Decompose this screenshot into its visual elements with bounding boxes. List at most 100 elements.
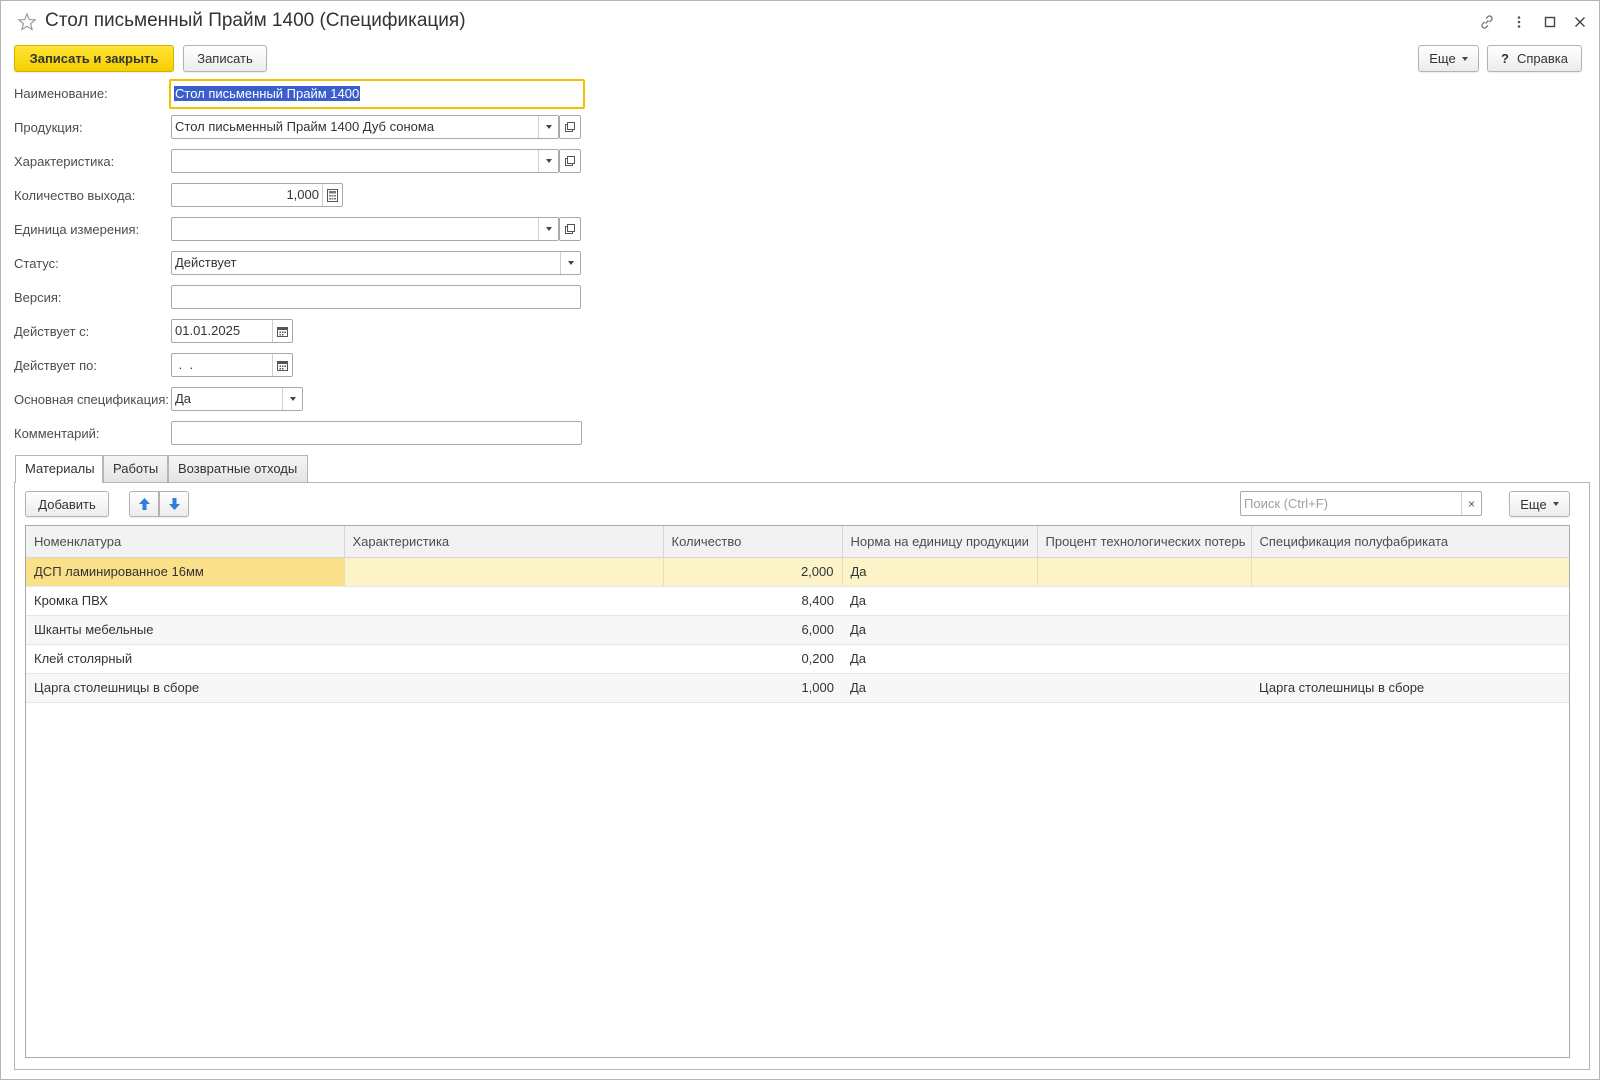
move-up-button[interactable] (129, 491, 159, 517)
table-more-button[interactable]: Еще (1509, 491, 1570, 517)
status-dropdown-button[interactable] (560, 252, 580, 274)
valid-to-field[interactable]: . . (171, 353, 293, 377)
table-cell[interactable]: 8,400 (663, 586, 842, 616)
calendar-icon (277, 360, 288, 371)
chevron-down-icon (545, 125, 552, 129)
table-cell[interactable] (344, 615, 663, 645)
save-and-close-button[interactable]: Записать и закрыть (14, 45, 174, 72)
product-field[interactable]: Стол письменный Прайм 1400 Дуб сонома (171, 115, 559, 139)
table-cell[interactable]: Шканты мебельные (26, 615, 344, 645)
main-spec-label: Основная спецификация: (14, 392, 169, 407)
chevron-down-icon (545, 159, 552, 163)
column-header[interactable]: Процент технологических потерь (1037, 526, 1252, 558)
link-icon[interactable] (1477, 12, 1497, 32)
output-qty-label: Количество выхода: (14, 188, 136, 203)
more-vertical-icon[interactable] (1509, 12, 1529, 32)
product-dropdown-button[interactable] (538, 116, 558, 138)
table-row[interactable]: Кромка ПВХ 8,400 Да (26, 586, 1569, 616)
add-button[interactable]: Добавить (25, 491, 109, 517)
table-cell[interactable] (344, 673, 663, 703)
table-cell[interactable]: Да (842, 673, 1037, 703)
table-cell[interactable]: ДСП ламинированное 16мм (26, 557, 345, 587)
main-spec-field[interactable]: Да (171, 387, 303, 411)
table-cell[interactable]: 1,000 (663, 673, 842, 703)
table-cell[interactable]: Да (842, 644, 1037, 674)
table-cell[interactable] (1037, 615, 1251, 645)
tab-materials[interactable]: Материалы (15, 455, 103, 483)
valid-from-value: 01.01.2025 (175, 323, 241, 338)
product-label: Продукция: (14, 120, 83, 135)
table-cell[interactable]: Да (842, 557, 1038, 587)
help-button-label: Справка (1516, 51, 1568, 66)
unit-dropdown-button[interactable] (538, 218, 558, 240)
calculator-button[interactable] (322, 184, 342, 206)
more-button-label: Еще (1429, 51, 1456, 66)
characteristic-field[interactable] (171, 149, 559, 173)
table-cell[interactable] (1251, 615, 1569, 645)
table-row[interactable]: ДСП ламинированное 16мм 2,000 Да (26, 557, 1569, 587)
table-row[interactable]: Шканты мебельные 6,000 Да (26, 615, 1569, 645)
calculator-icon (327, 188, 338, 202)
table-cell[interactable] (1037, 586, 1251, 616)
move-down-button[interactable] (159, 491, 189, 517)
tab-return-waste[interactable]: Возвратные отходы (168, 455, 308, 482)
column-header[interactable]: Характеристика (344, 526, 664, 558)
comment-field[interactable] (171, 421, 582, 445)
valid-from-field[interactable]: 01.01.2025 (171, 319, 293, 343)
star-icon[interactable] (17, 12, 37, 32)
table-cell[interactable] (1037, 557, 1252, 587)
table-cell[interactable] (1037, 673, 1251, 703)
table-row[interactable]: Царга столешницы в сборе 1,000 Да Царга … (26, 673, 1569, 703)
output-qty-field[interactable]: 1,000 (171, 183, 343, 207)
table-cell[interactable]: 6,000 (663, 615, 842, 645)
table-header: Номенклатура Характеристика Количество Н… (26, 526, 1569, 558)
valid-to-calendar-button[interactable] (272, 354, 292, 376)
table-cell[interactable]: 0,200 (663, 644, 842, 674)
more-button[interactable]: Еще (1418, 45, 1479, 72)
characteristic-open-button[interactable] (559, 149, 581, 173)
column-header[interactable]: Номенклатура (26, 526, 345, 558)
close-icon[interactable] (1570, 12, 1590, 32)
main-spec-dropdown-button[interactable] (282, 388, 302, 410)
status-field[interactable]: Действует (171, 251, 581, 275)
product-open-button[interactable] (559, 115, 581, 139)
unit-field[interactable] (171, 217, 559, 241)
search-placeholder: Поиск (Ctrl+F) (1244, 496, 1329, 511)
table-cell[interactable]: Да (842, 615, 1037, 645)
characteristic-dropdown-button[interactable] (538, 150, 558, 172)
valid-from-calendar-button[interactable] (272, 320, 292, 342)
table-cell[interactable] (344, 586, 663, 616)
table-cell[interactable] (1251, 644, 1569, 674)
open-icon (565, 122, 575, 132)
version-value (172, 286, 580, 308)
search-field[interactable]: Поиск (Ctrl+F) × (1240, 491, 1482, 516)
chevron-down-icon (567, 261, 574, 265)
table-cell[interactable]: Да (842, 586, 1037, 616)
table-cell[interactable]: 2,000 (663, 557, 843, 587)
table-cell[interactable] (1251, 586, 1569, 616)
table-cell[interactable] (1251, 557, 1569, 587)
table-cell[interactable] (1037, 644, 1251, 674)
column-header[interactable]: Количество (663, 526, 843, 558)
clear-search-button[interactable]: × (1461, 492, 1481, 515)
arrow-up-icon (138, 498, 150, 510)
materials-table[interactable]: Номенклатура Характеристика Количество Н… (25, 525, 1570, 1058)
table-cell[interactable]: Кромка ПВХ (26, 586, 344, 616)
save-button[interactable]: Записать (183, 45, 267, 72)
table-row[interactable]: Клей столярный 0,200 Да (26, 644, 1569, 674)
chevron-down-icon (545, 227, 552, 231)
version-field[interactable] (171, 285, 581, 309)
tab-works[interactable]: Работы (103, 455, 168, 482)
maximize-icon[interactable] (1540, 12, 1560, 32)
table-cell[interactable]: Царга столешницы в сборе (1251, 673, 1569, 703)
column-header[interactable]: Норма на единицу продукции (842, 526, 1038, 558)
column-header[interactable]: Спецификация полуфабриката (1251, 526, 1569, 558)
name-field[interactable]: Стол письменный Прайм 1400 (169, 79, 585, 109)
unit-open-button[interactable] (559, 217, 581, 241)
table-cell[interactable] (344, 644, 663, 674)
table-cell[interactable]: Царга столешницы в сборе (26, 673, 344, 703)
table-cell[interactable]: Клей столярный (26, 644, 344, 674)
help-button[interactable]: ? Справка (1487, 45, 1582, 72)
table-cell[interactable] (344, 557, 664, 587)
output-qty-value: 1,000 (286, 187, 319, 202)
